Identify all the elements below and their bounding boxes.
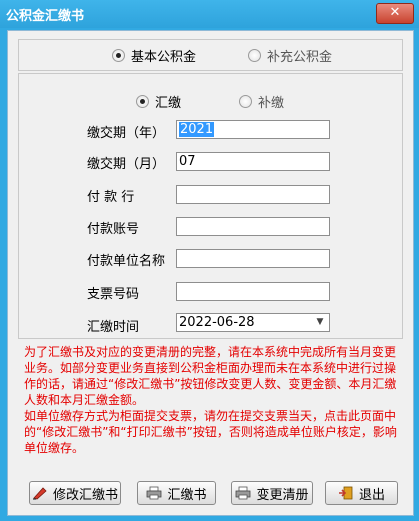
edit-icon [32, 486, 48, 500]
radio-supplement[interactable]: 补缴 [239, 92, 284, 111]
change-list-label: 变更清册 [256, 487, 309, 503]
payer-bank-input[interactable] [176, 185, 330, 204]
change-list-button[interactable]: 变更清册 [231, 481, 313, 505]
month-label: 缴交期（月） [87, 157, 166, 172]
close-button[interactable]: ✕ [376, 3, 414, 24]
printer-icon [146, 486, 162, 500]
title-bar[interactable]: 公积金汇缴书 ✕ [0, 0, 419, 28]
app-window: 公积金汇缴书 ✕ 基本公积金 补充公积金 汇缴 补缴 缴交期（年） 2021 缴… [0, 0, 419, 521]
radio-basic-fund-label: 基本公积金 [131, 50, 197, 65]
dialog-body: 基本公积金 补充公积金 汇缴 补缴 缴交期（年） 2021 缴交期（月） 07 … [7, 30, 414, 516]
month-input[interactable]: 07 [176, 152, 330, 171]
cheque-label: 支票号码 [87, 287, 140, 302]
remit-time-value: 2022-06-28 [179, 315, 255, 330]
radio-unchecked-icon [239, 95, 252, 108]
radio-remit-label: 汇缴 [155, 96, 182, 111]
unit-name-label: 付款单位名称 [87, 254, 166, 269]
printer-icon [235, 486, 251, 500]
unit-name-input[interactable] [176, 249, 330, 268]
print-remittance-button[interactable]: 汇缴书 [137, 481, 216, 505]
radio-basic-fund[interactable]: 基本公积金 [112, 46, 196, 65]
chevron-down-icon[interactable]: ▼ [313, 314, 327, 331]
cheque-input[interactable] [176, 282, 330, 301]
window-title: 公积金汇缴书 [6, 9, 85, 24]
fund-type-group [18, 39, 403, 71]
year-label: 缴交期（年） [87, 126, 166, 141]
radio-remit[interactable]: 汇缴 [136, 92, 181, 111]
modify-remittance-label: 修改汇缴书 [52, 487, 118, 503]
print-remittance-label: 汇缴书 [167, 487, 207, 503]
modify-remittance-button[interactable]: 修改汇缴书 [29, 481, 121, 505]
radio-supplement-label: 补缴 [258, 96, 285, 111]
remit-time-dropdown[interactable]: 2022-06-28 ▼ [176, 313, 330, 332]
radio-supplementary-fund-label: 补充公积金 [267, 50, 333, 65]
exit-label: 退出 [358, 487, 385, 503]
notice-text: 为了汇缴书及对应的变更清册的完整，请在本系统中完成所有当月变更业务。如部分变更业… [24, 344, 400, 456]
account-label: 付款账号 [87, 222, 140, 237]
exit-door-icon [338, 486, 354, 500]
payer-bank-label: 付 款 行 [87, 190, 135, 205]
radio-checked-icon [112, 49, 125, 62]
exit-button[interactable]: 退出 [325, 481, 398, 505]
notice-paragraph-1: 为了汇缴书及对应的变更清册的完整，请在本系统中完成所有当月变更业务。如部分变更业… [24, 345, 397, 407]
year-input[interactable]: 2021 [176, 120, 330, 139]
notice-paragraph-2: 如单位缴存方式为柜面提交支票，请勿在提交支票当天，点击此页面中的“修改汇缴书”和… [24, 409, 397, 455]
year-value: 2021 [179, 122, 215, 137]
radio-unchecked-icon [248, 49, 261, 62]
radio-supplementary-fund[interactable]: 补充公积金 [248, 46, 332, 65]
account-input[interactable] [176, 217, 330, 236]
remit-time-label: 汇缴时间 [87, 320, 140, 335]
radio-checked-icon [136, 95, 149, 108]
close-icon: ✕ [389, 5, 401, 20]
